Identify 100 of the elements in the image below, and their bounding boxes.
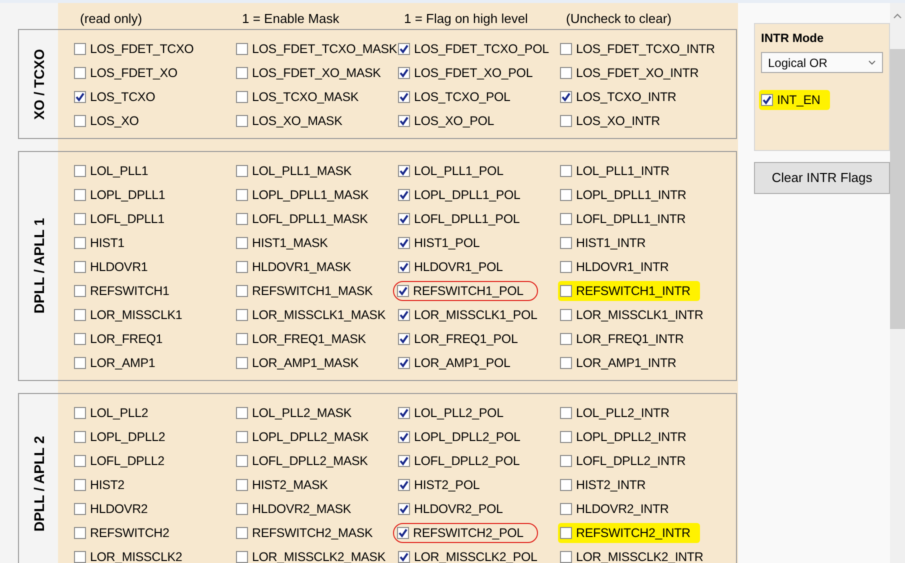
scroll-up-icon[interactable] xyxy=(893,13,902,19)
checkbox-label: LOFL_DPLL1 xyxy=(90,211,164,227)
checkbox[interactable] xyxy=(236,527,248,539)
checkbox[interactable] xyxy=(560,91,572,103)
checkbox-label: REFSWITCH2_POL xyxy=(413,525,524,541)
checkbox[interactable] xyxy=(398,91,410,103)
checkbox-label: LOL_PLL1 xyxy=(90,163,148,179)
checkbox[interactable] xyxy=(236,407,248,419)
checkbox[interactable] xyxy=(560,285,572,297)
scrollbar-track[interactable] xyxy=(890,3,905,563)
checkbox[interactable] xyxy=(74,551,86,563)
checkbox[interactable] xyxy=(236,67,248,79)
checkbox[interactable] xyxy=(398,431,410,443)
checkbox[interactable] xyxy=(74,165,86,177)
scrollbar-thumb[interactable] xyxy=(890,49,905,329)
checkbox[interactable] xyxy=(560,261,572,273)
checkbox[interactable] xyxy=(74,213,86,225)
checkbox-label: LOPL_DPLL2 xyxy=(90,429,166,445)
checkbox-label: LOPL_DPLL2_POL xyxy=(414,429,520,445)
checkbox[interactable] xyxy=(560,165,572,177)
checkbox[interactable] xyxy=(236,551,248,563)
checkbox[interactable] xyxy=(398,115,410,127)
checkbox[interactable] xyxy=(74,455,86,467)
checkbox[interactable] xyxy=(74,479,86,491)
checkbox[interactable] xyxy=(398,407,410,419)
checkbox[interactable] xyxy=(74,333,86,345)
clear-intr-flags-button[interactable]: Clear INTR Flags xyxy=(754,162,890,194)
checkbox[interactable] xyxy=(236,285,248,297)
checkbox[interactable] xyxy=(74,285,86,297)
checkbox[interactable] xyxy=(560,189,572,201)
checkbox[interactable] xyxy=(398,333,410,345)
checkbox[interactable] xyxy=(74,431,86,443)
checkbox[interactable] xyxy=(560,357,572,369)
checkbox[interactable] xyxy=(74,527,86,539)
checkbox[interactable] xyxy=(74,115,86,127)
checkbox[interactable] xyxy=(74,43,86,55)
checkbox[interactable] xyxy=(398,551,410,563)
checkbox[interactable] xyxy=(236,479,248,491)
mode-dropdown[interactable]: Logical OR xyxy=(761,52,883,73)
checkbox[interactable] xyxy=(560,309,572,321)
checkbox-label: HIST2 xyxy=(90,477,124,493)
checkbox[interactable] xyxy=(560,527,572,539)
checkbox[interactable] xyxy=(560,503,572,515)
checkbox[interactable] xyxy=(74,237,86,249)
checkbox[interactable] xyxy=(398,455,410,467)
checkbox[interactable] xyxy=(74,91,86,103)
checkbox[interactable] xyxy=(560,67,572,79)
checkbox[interactable] xyxy=(398,357,410,369)
checkbox[interactable] xyxy=(236,357,248,369)
checkbox[interactable] xyxy=(236,91,248,103)
checkbox[interactable] xyxy=(397,527,409,539)
checkbox[interactable] xyxy=(560,115,572,127)
checkbox[interactable] xyxy=(398,189,410,201)
checkbox-label: LOS_TCXO_MASK xyxy=(252,89,358,105)
checkbox[interactable] xyxy=(398,43,410,55)
checkbox[interactable] xyxy=(236,503,248,515)
checkbox[interactable] xyxy=(74,261,86,273)
checkbox[interactable] xyxy=(236,309,248,321)
checkbox[interactable] xyxy=(398,479,410,491)
checkbox-label: LOS_XO xyxy=(90,113,139,129)
checkbox[interactable] xyxy=(74,309,86,321)
checkbox[interactable] xyxy=(398,503,410,515)
checkbox[interactable] xyxy=(236,237,248,249)
checkbox[interactable] xyxy=(560,213,572,225)
column-note: 1 = Enable Mask xyxy=(242,10,340,26)
checkbox[interactable] xyxy=(560,333,572,345)
checkbox[interactable] xyxy=(398,213,410,225)
checkbox[interactable] xyxy=(560,479,572,491)
checkbox-label: LOR_FREQ1_POL xyxy=(414,331,518,347)
checkbox[interactable] xyxy=(398,165,410,177)
checkbox[interactable] xyxy=(74,503,86,515)
checkbox[interactable] xyxy=(398,237,410,249)
checkbox[interactable] xyxy=(236,43,248,55)
checkbox[interactable] xyxy=(236,115,248,127)
checkbox[interactable] xyxy=(74,357,86,369)
checkbox-label: LOS_TCXO_INTR xyxy=(576,89,676,105)
checkbox[interactable] xyxy=(398,261,410,273)
checkbox[interactable] xyxy=(236,333,248,345)
checkbox[interactable] xyxy=(398,67,410,79)
checkbox[interactable] xyxy=(74,407,86,419)
checkbox[interactable] xyxy=(397,285,409,297)
checkbox[interactable] xyxy=(74,67,86,79)
checkbox[interactable] xyxy=(560,237,572,249)
checkbox[interactable] xyxy=(236,189,248,201)
checkbox-label: HLDOVR2_INTR xyxy=(576,501,669,517)
checkbox[interactable] xyxy=(74,189,86,201)
checkbox[interactable] xyxy=(236,213,248,225)
checkbox[interactable] xyxy=(398,309,410,321)
checkbox[interactable] xyxy=(560,407,572,419)
checkbox[interactable] xyxy=(761,94,773,106)
checkbox[interactable] xyxy=(560,431,572,443)
checkbox-label: LOR_AMP1 xyxy=(90,355,156,371)
checkbox[interactable] xyxy=(236,455,248,467)
checkbox-label: HLDOVR1 xyxy=(90,259,148,275)
checkbox[interactable] xyxy=(236,261,248,273)
checkbox[interactable] xyxy=(560,43,572,55)
checkbox[interactable] xyxy=(560,551,572,563)
checkbox[interactable] xyxy=(560,455,572,467)
checkbox[interactable] xyxy=(236,431,248,443)
checkbox[interactable] xyxy=(236,165,248,177)
